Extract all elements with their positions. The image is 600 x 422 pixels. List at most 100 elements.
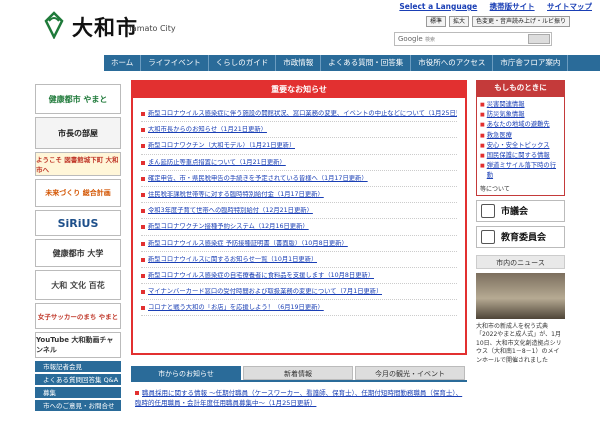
city-news-title: 市内のニュース xyxy=(476,254,565,269)
emergency-link[interactable]: あなたの地域の避難先 xyxy=(487,120,550,130)
display-options: 標準 拡大 色変更・音声読み上げ・ルビ振り xyxy=(426,16,571,27)
site-header: 大和市 Yamato City Select a Language 携帯版サイト… xyxy=(0,0,600,55)
notice-link[interactable]: 新型コロナワクチン接種予約システム（12月16日更新） xyxy=(148,223,309,231)
banner-womens-soccer[interactable]: 女子サッカーのまち やまと xyxy=(35,303,121,329)
notice-link[interactable]: 大和市長からのお知らせ（1月21日更新） xyxy=(148,126,267,134)
important-notices-title: 重要なお知らせ xyxy=(133,82,465,98)
banner-mayor-room[interactable]: 市長の部屋 xyxy=(35,117,121,149)
education-board-button[interactable]: 教育委員会 xyxy=(476,225,565,248)
bullet-icon xyxy=(141,112,145,116)
notice-link[interactable]: コロナと戦う大和の「お店」を応援しよう！（6月19日更新） xyxy=(148,304,324,312)
notice-link[interactable]: マイナンバーカード窓口の受付時間および取扱業務の変更について（7月1日更新） xyxy=(148,288,382,296)
bullet-icon xyxy=(141,128,145,133)
left-menu-recruit[interactable]: 募集 xyxy=(35,387,121,399)
nav-faq[interactable]: よくある質問・回答集 xyxy=(321,55,412,71)
bullet-icon: ■ xyxy=(480,132,485,139)
news-photo[interactable] xyxy=(476,272,565,319)
notice-item: 令和3年度子育て世帯への臨時特別給付（12月21日更新） xyxy=(141,203,457,220)
nav-access[interactable]: 市役所へのアクセス xyxy=(411,55,494,71)
notice-link[interactable]: 新型コロナワクチン（大和モデル）（1月21日更新） xyxy=(148,142,295,150)
bullet-icon xyxy=(141,241,145,246)
search-button[interactable] xyxy=(528,34,550,44)
notice-item: 新型コロナウイルス感染症に伴う施設の開館状況、窓口業務の変更、イベントの中止など… xyxy=(141,106,457,123)
bullet-icon xyxy=(141,257,145,262)
emergency-link[interactable]: 救急医療 xyxy=(487,131,512,141)
search-input[interactable]: 検索 xyxy=(425,36,435,43)
education-board-label: 教育委員会 xyxy=(501,233,547,244)
emergency-link[interactable]: 防災気象情報 xyxy=(487,110,525,120)
emergency-link[interactable]: 弾道ミサイル落下時の行動 xyxy=(487,161,561,181)
nav-floor-guide[interactable]: 市庁舎フロア案内 xyxy=(493,55,569,71)
notice-link[interactable]: 新型コロナウイルス感染症に伴う施設の開館状況、窓口業務の変更、イベントの中止など… xyxy=(148,110,457,118)
text-size-large-button[interactable]: 拡大 xyxy=(449,16,470,27)
sitemap-link[interactable]: サイトマップ xyxy=(547,2,592,11)
bullet-icon xyxy=(141,225,145,230)
emergency-link[interactable]: 国民保護に関する情報 xyxy=(487,151,550,161)
banner-culture-hyakka[interactable]: 大和 文化 百花 xyxy=(35,270,121,300)
notice-item: マイナンバーカード窓口の受付時間および取扱業務の変更について（7月1日更新） xyxy=(141,284,457,301)
text-size-standard-button[interactable]: 標準 xyxy=(426,16,447,27)
bullet-icon xyxy=(141,209,145,214)
language-link[interactable]: Select a Language xyxy=(399,2,477,11)
notice-item: 新型コロナウイルスに関するお知らせ一覧（10月1日更新） xyxy=(141,252,457,268)
notice-item: 新型コロナワクチン接種予約システム（12月16日更新） xyxy=(141,219,457,236)
notice-item: 新型コロナウイルス感染症 予防接種証明書（書面版）（10月8日更新） xyxy=(141,236,457,252)
notice-item: 大和市長からのお知らせ（1月21日更新） xyxy=(141,122,457,139)
emergency-box: ■ 災害関連情報 ■ 防災気象情報 ■ あなたの地域の避難先 ■ 救急医療 ■ 安心・安全トピック… xyxy=(476,96,565,196)
nav-home[interactable]: ホーム xyxy=(104,55,142,71)
nav-living-guide[interactable]: くらしのガイド xyxy=(209,55,277,71)
banner-health-university[interactable]: 健康都市 大学 xyxy=(35,239,121,267)
emergency-title: もしものときに xyxy=(476,80,565,96)
city-emblem-icon xyxy=(44,11,64,39)
banner-healthy-city[interactable]: 健康都市 やまと xyxy=(35,84,121,114)
tab-new-info[interactable]: 新着情報 xyxy=(243,366,353,380)
notice-link[interactable]: 住民税非課税世帯等に対する臨時特別給付金（1月17日更新） xyxy=(148,191,324,199)
news-text: 大和市の新成人を祝う式典「2022やまと成人式」が、1月10日、大和市文化創造拠… xyxy=(476,322,562,364)
emergency-item: ■ 救急医療 xyxy=(480,131,561,141)
emergency-link[interactable]: 災害関連情報 xyxy=(487,100,525,110)
banner-comprehensive-plan[interactable]: 未来づくり 総合計画 xyxy=(35,179,121,207)
left-menu-press[interactable]: 市報記者会見 xyxy=(35,361,121,373)
notice-link[interactable]: 新型コロナウイルス感染症の自宅療養者に食料品を支援します（10月8日更新） xyxy=(148,272,374,280)
right-sidebar: もしものときに ■ 災害関連情報 ■ 防災気象情報 ■ あなたの地域の避難先 ■ 救急医療 ■ 安… xyxy=(476,80,565,365)
notice-item: 確定申告、市・県民税申告の手続きを予定されている皆様へ（1月17日更新） xyxy=(141,171,457,187)
tab-content-link[interactable]: 職員採用に関する情報 ～任期付職員（ケースワーカー、看護師、保育士）、任期付短時… xyxy=(135,389,462,407)
notice-link[interactable]: 令和3年度子育て世帯への臨時特別給付（12月21日更新） xyxy=(148,207,313,215)
tab-events[interactable]: 今月の観光・イベント xyxy=(355,366,465,380)
bullet-icon: ■ xyxy=(480,112,485,119)
notice-item: コロナと戦う大和の「お店」を応援しよう！（6月19日更新） xyxy=(141,300,457,317)
bullet-icon xyxy=(135,391,139,395)
tab-content: 職員採用に関する情報 ～任期付職員（ケースワーカー、看護師、保育士）、任期付短時… xyxy=(135,388,465,408)
info-tabs: 市からのお知らせ 新着情報 今月の観光・イベント xyxy=(131,366,467,380)
notice-link[interactable]: 確定申告、市・県民税申告の手続きを予定されている皆様へ（1月17日更新） xyxy=(148,175,368,183)
bullet-icon xyxy=(141,192,145,197)
notice-link[interactable]: まん延防止等重点措置について（1月21日更新） xyxy=(148,159,286,167)
bullet-icon xyxy=(141,160,145,165)
bullet-icon xyxy=(141,306,145,311)
important-notices-panel: 重要なお知らせ 新型コロナウイルス感染症に伴う施設の開館状況、窓口業務の変更、イ… xyxy=(131,80,467,355)
left-menu-faq[interactable]: よくある質問回答集 Q&A xyxy=(35,374,121,386)
google-label: Google xyxy=(398,35,423,43)
mobile-site-link[interactable]: 携帯版サイト xyxy=(490,2,535,11)
council-building-icon xyxy=(481,203,495,218)
education-building-icon xyxy=(481,229,495,244)
notice-link[interactable]: 新型コロナウイルス感染症 予防接種証明書（書面版）（10月8日更新） xyxy=(148,240,348,248)
left-menu-contact[interactable]: 市へのご意見・お問合せ xyxy=(35,400,121,412)
bullet-icon xyxy=(141,176,145,181)
left-sidebar: 健康都市 やまと 市長の部屋 ようこそ 図書館城下町 大和市へ 未来づくり 総合… xyxy=(35,84,121,413)
tab-city-notices[interactable]: 市からのお知らせ xyxy=(131,366,241,380)
bullet-icon: ■ xyxy=(480,163,485,170)
notice-item: 新型コロナウイルス感染症の自宅療養者に食料品を支援します（10月8日更新） xyxy=(141,268,457,285)
global-nav: ホーム ライフイベント くらしのガイド 市政情報 よくある質問・回答集 市役所へ… xyxy=(104,55,600,71)
emergency-item: ■ 災害関連情報 xyxy=(480,100,561,110)
accessibility-options-button[interactable]: 色変更・音声読み上げ・ルビ振り xyxy=(472,16,571,27)
emergency-link[interactable]: 安心・安全トピックス xyxy=(487,141,550,151)
search-box[interactable]: Google 検索 xyxy=(394,32,552,46)
banner-youtube-channel[interactable]: YouTube 大和動画チャンネル xyxy=(35,332,121,358)
city-council-button[interactable]: 市議会 xyxy=(476,199,565,222)
nav-life-events[interactable]: ライフイベント xyxy=(141,55,209,71)
banner-sirius[interactable]: SiRiUS xyxy=(35,210,121,236)
notice-link[interactable]: 新型コロナウイルスに関するお知らせ一覧（10月1日更新） xyxy=(148,256,317,264)
nav-city-info[interactable]: 市政情報 xyxy=(276,55,322,71)
banner-library-town[interactable]: ようこそ 図書館城下町 大和市へ xyxy=(35,152,121,176)
